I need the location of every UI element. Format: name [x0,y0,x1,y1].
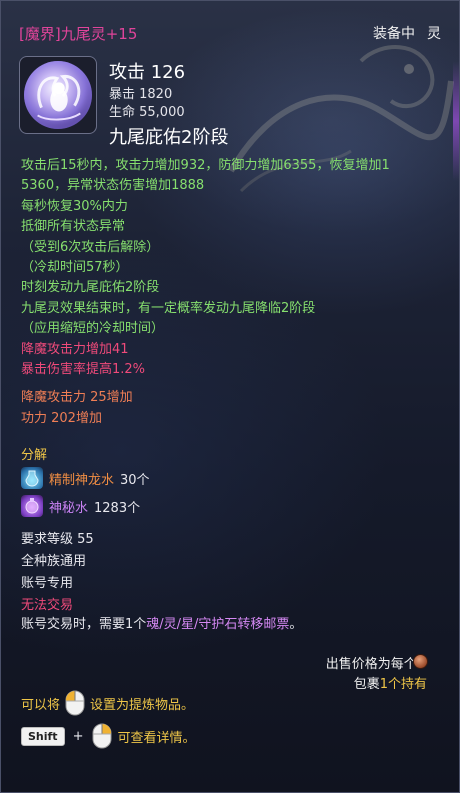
mouse-right-click-icon [92,723,112,749]
race-restriction: 全种族通用 [21,554,87,569]
plus-sign: + [72,728,84,744]
trade-restriction: 无法交易 [21,598,74,613]
effect-line: 5360，异常状态伤害增加1888 [21,178,205,194]
stage-label: 九尾庇佑2阶段 [109,127,229,148]
required-level: 要求等级 55 [21,532,94,547]
effect-line: 攻击后15秒内，攻击力增加932，防御力增加6355，恢复增加1 [21,158,390,173]
account-trade-prefix: 账号交易时，需要1个 [21,617,147,632]
effect-line: （应用缩短的冷却时间） [21,321,165,337]
equipped-status: 装备中 [373,26,415,42]
attack-stat: 攻击 126 [109,62,186,83]
effects-block: 攻击后15秒内，攻击力增加932，防御力增加6355，恢复增加1 5360，异常… [21,156,441,429]
effect-line: 每秒恢复30%内力 [21,198,128,214]
bag-count: 包裹1个持有 [354,673,427,692]
sell-price: 出售价格为每个3 [325,657,425,672]
effect-line: 抵御所有状态异常 [21,219,126,235]
refined-dragon-water-icon [21,467,43,489]
material-name: 神秘水 [49,500,89,516]
item-name: [魔界]九尾灵+15 [19,25,138,43]
transfer-stamp-item: 魂/灵/星/守护石转移邮票 [146,617,290,632]
copper-coin-icon [413,654,428,669]
account-trade-suffix: 。 [289,617,303,632]
effect-line: （受到6次攻击后解除） [21,239,160,255]
mystic-water-icon [21,495,43,517]
shift-key-icon: Shift [21,726,65,746]
enhance-line: 降魔攻击力 25增加 [21,390,133,406]
effect-line: 九尾灵效果结束时，有一定概率发动九尾降临2阶段 [21,300,316,316]
item-type: 灵 [427,26,441,42]
bonus-line: 暴击伤害率提高1.2% [21,362,146,378]
nine-tailed-fox-orb-icon[interactable] [19,56,97,134]
hp-stat: 生命 55,000 [109,105,185,120]
item-tooltip: [魔界]九尾灵+15 装备中 灵 攻击 126 暴击 1820 生命 55,00… [0,0,460,793]
enhance-line: 功力 202增加 [21,410,102,426]
refine-hint: 可以将 设置为提炼物品。 [21,690,195,716]
refine-hint-prefix: 可以将 [21,697,61,713]
material-row: 精制神龙水 30个 [21,466,150,490]
mouse-left-click-icon [65,690,85,716]
effect-line: （冷却时间57秒） [21,260,129,276]
refine-hint-suffix: 设置为提炼物品。 [90,697,195,713]
decompose-title: 分解 [21,448,48,463]
bonus-line: 降魔攻击力增加41 [21,341,129,357]
binding-type: 账号专用 [21,576,74,591]
material-name: 精制神龙水 [49,472,115,488]
material-count: 1283个 [94,500,141,516]
detail-hint: Shift + 可查看详情。 [21,723,196,749]
detail-hint-suffix: 可查看详情。 [117,730,196,746]
bag-held-count: 1个持有 [379,677,427,692]
material-row: 神秘水 1283个 [21,494,140,518]
account-trade-note: 账号交易时，需要1个魂/灵/星/守护石转移邮票。 [21,613,302,632]
crit-stat: 暴击 1820 [109,87,173,102]
bag-prefix: 包裹 [353,677,380,692]
effect-line: 时刻发动九尾庇佑2阶段 [21,280,160,296]
material-count: 30个 [120,472,150,488]
